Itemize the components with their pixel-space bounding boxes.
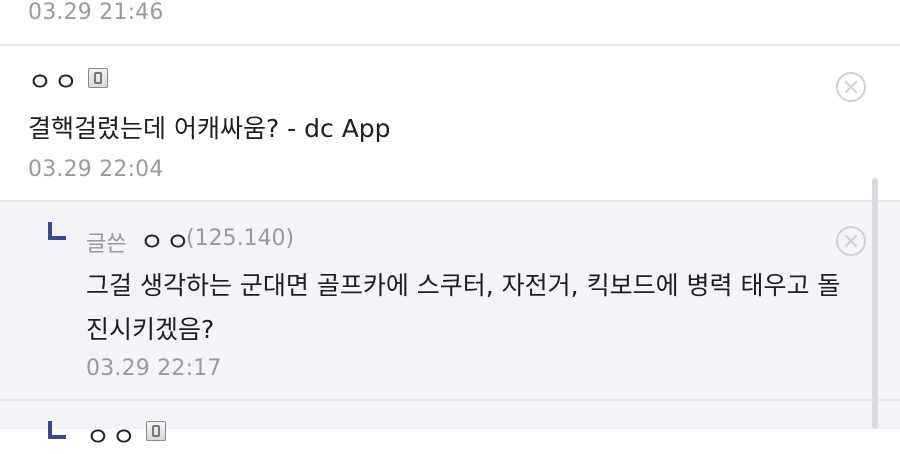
reply-item: 글쓴 ㅇㅇ (125.140) 그걸 생각하는 군대면 골프카에 스쿠터, 자전… — [0, 202, 900, 399]
scrollbar[interactable] — [872, 178, 878, 429]
reply-text-line-2: 진시키겠음? — [86, 315, 215, 344]
reply-nickname[interactable]: ㅇㅇ — [86, 417, 138, 454]
comment-timestamp: 03.29 22:04 — [28, 157, 164, 182]
mobile-icon — [146, 421, 166, 441]
delete-reply-button[interactable] — [836, 226, 866, 256]
reply-arrow-icon — [48, 421, 66, 439]
author-badge: 글쓴 — [86, 232, 127, 257]
comment-divider — [0, 44, 900, 46]
reply-nickname[interactable]: ㅇㅇ — [140, 222, 192, 259]
mobile-icon — [88, 68, 108, 88]
reply-text-line-1: 그걸 생각하는 군대면 골프카에 스쿠터, 자전거, 킥보드에 병력 태우고 돌 — [86, 271, 841, 300]
comment-nickname[interactable]: ㅇㅇ — [28, 62, 80, 99]
reply-ip: (125.140) — [186, 226, 295, 251]
comment-text: 결핵걸렸는데 어캐싸움? - dc App — [28, 114, 391, 143]
reply-timestamp: 03.29 22:17 — [86, 356, 222, 381]
delete-comment-button[interactable] — [836, 72, 866, 102]
reply-item-partial: ㅇㅇ — [0, 401, 900, 453]
reply-arrow-icon — [48, 222, 66, 240]
comment-timestamp: 03.29 21:46 — [28, 0, 164, 25]
